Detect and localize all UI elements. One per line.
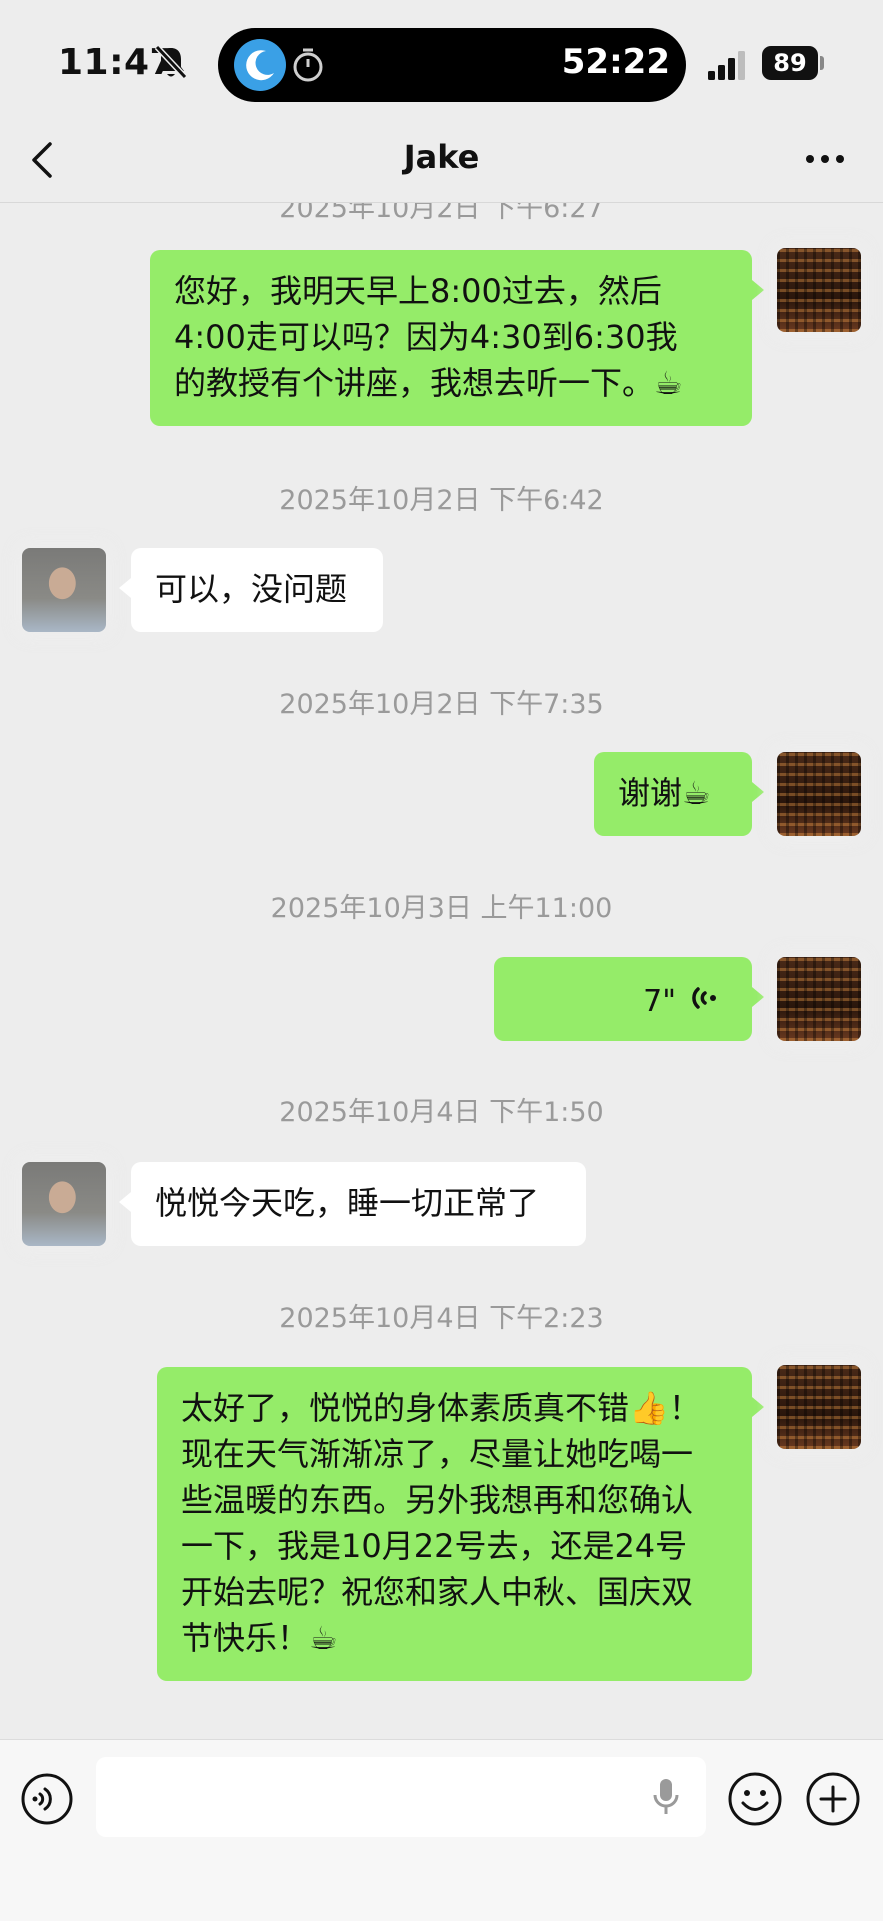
bell-slash-icon xyxy=(154,44,188,80)
message-input[interactable] xyxy=(96,1757,706,1837)
message-timestamp: 2025年10月3日 上午11:00 xyxy=(270,893,613,924)
battery-indicator: 89 xyxy=(762,46,818,80)
message-bubble-self[interactable]: 谢谢☕ xyxy=(594,752,764,836)
chat-title: Jake xyxy=(403,138,480,176)
avatar-self[interactable] xyxy=(777,752,861,836)
more-dots-icon[interactable] xyxy=(804,152,846,166)
voice-duration: 7" xyxy=(643,984,676,1019)
status-bar: 11:47 52:22 89 xyxy=(0,0,883,128)
timer-icon xyxy=(293,48,323,82)
message-bubble-self[interactable]: 太好了，悦悦的身体素质真不错👍！ 现在天气渐渐凉了，尽量让她吃喝一 些温暖的东西… xyxy=(157,1367,764,1681)
emoji-icon[interactable] xyxy=(726,1770,784,1828)
message-list[interactable]: 2025年10月2日 下午6:27 您好，我明天早上8:00过去，然后 4:00… xyxy=(0,202,883,1739)
input-bar xyxy=(0,1739,883,1921)
avatar-self[interactable] xyxy=(777,1365,861,1449)
timer-readout: 52:22 xyxy=(561,42,670,82)
message-bubble-other[interactable]: 悦悦今天吃，睡一切正常了 xyxy=(119,1162,586,1246)
avatar-other[interactable] xyxy=(22,1162,106,1246)
message-timestamp: 2025年10月2日 下午7:35 xyxy=(279,689,604,720)
dynamic-island[interactable]: 52:22 xyxy=(218,28,686,102)
message-bubble-self[interactable]: 您好，我明天早上8:00过去，然后 4:00走可以吗？因为4:30到6:30我 … xyxy=(150,250,764,426)
moon-icon xyxy=(234,39,286,91)
message-bubble-other[interactable]: 可以，没问题 xyxy=(119,548,383,632)
avatar-self[interactable] xyxy=(777,957,861,1041)
nav-bar: Jake xyxy=(0,118,883,203)
signal-icon xyxy=(708,51,745,80)
message-timestamp: 2025年10月4日 下午2:23 xyxy=(279,1303,604,1334)
voice-message-bubble[interactable]: 7" xyxy=(494,957,764,1041)
avatar-self[interactable] xyxy=(777,248,861,332)
mic-icon[interactable] xyxy=(652,1777,680,1817)
message-timestamp: 2025年10月4日 下午1:50 xyxy=(279,1097,604,1128)
plus-icon[interactable] xyxy=(804,1770,862,1828)
voice-icon[interactable] xyxy=(20,1772,74,1826)
message-timestamp: 2025年10月2日 下午6:27 xyxy=(279,202,604,224)
battery-nub xyxy=(820,56,824,70)
voice-wave-icon xyxy=(692,987,716,1009)
message-timestamp: 2025年10月2日 下午6:42 xyxy=(279,485,604,516)
avatar-other[interactable] xyxy=(22,548,106,632)
